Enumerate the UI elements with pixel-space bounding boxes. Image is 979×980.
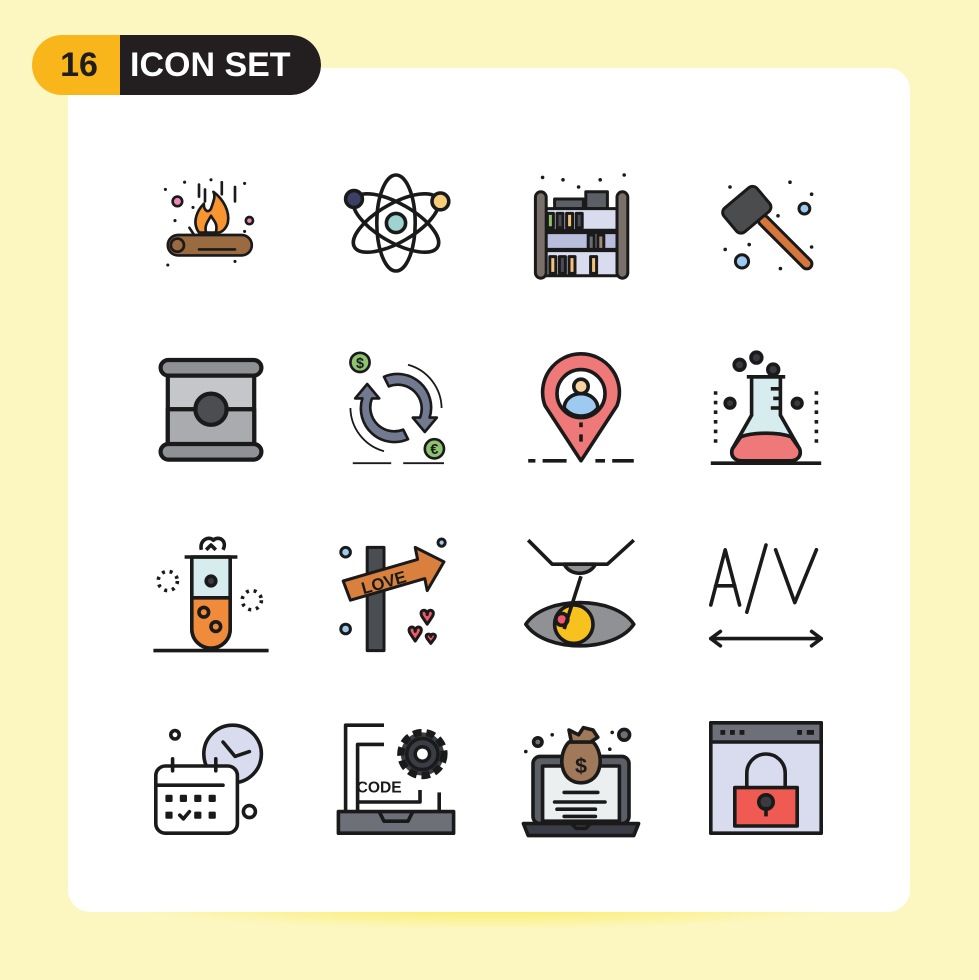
love-signpost-icon: LOVE bbox=[338, 537, 447, 652]
code-label: CODE bbox=[356, 779, 401, 796]
chemistry-flask-icon bbox=[710, 349, 821, 465]
atom-icon bbox=[343, 172, 451, 273]
test-tube-icon bbox=[152, 536, 269, 652]
badge-count: 16 bbox=[32, 35, 120, 95]
icon-grid: $ € LOVE CODE $ bbox=[118, 130, 858, 870]
eye-laser-icon bbox=[523, 538, 636, 648]
grid-cell-currency-exchange: $ € bbox=[303, 315, 488, 500]
grid-cell-hammer bbox=[673, 130, 858, 315]
svg-text:€: € bbox=[430, 442, 438, 458]
badge-label: ICON SET bbox=[120, 35, 321, 95]
kerning-icon bbox=[708, 542, 823, 648]
calendar-clock-icon bbox=[153, 722, 263, 835]
hammer-icon bbox=[720, 179, 813, 270]
grid-cell-love-signpost: LOVE bbox=[303, 500, 488, 685]
grid-cell-bookshelf bbox=[488, 130, 673, 315]
grid-cell-eye-laser bbox=[488, 500, 673, 685]
grid-cell-campfire bbox=[118, 130, 303, 315]
grid-cell-laptop-money: $ bbox=[488, 685, 673, 870]
grid-cell-kerning bbox=[673, 500, 858, 685]
bookshelf-icon bbox=[533, 172, 629, 280]
grid-cell-user-location bbox=[488, 315, 673, 500]
currency-exchange-icon: $ € bbox=[348, 350, 445, 464]
laptop-money-bag-icon: $ bbox=[521, 725, 640, 837]
grid-cell-chemistry-flask bbox=[673, 315, 858, 500]
user-location-pin-icon bbox=[527, 351, 634, 463]
dollar-sign: $ bbox=[574, 753, 586, 778]
grid-cell-browser-lock bbox=[673, 685, 858, 870]
grid-cell-barrel bbox=[118, 315, 303, 500]
svg-text:$: $ bbox=[355, 355, 363, 371]
grid-cell-code-settings: CODE bbox=[303, 685, 488, 870]
campfire-icon bbox=[163, 177, 254, 267]
code-settings-laptop-icon: CODE bbox=[336, 722, 455, 835]
grid-cell-test-tube bbox=[118, 500, 303, 685]
browser-lock-icon bbox=[708, 720, 823, 835]
grid-cell-calendar-clock bbox=[118, 685, 303, 870]
title-badge: 16 ICON SET bbox=[32, 35, 321, 95]
barrel-icon bbox=[158, 357, 263, 462]
grid-cell-atom bbox=[303, 130, 488, 315]
